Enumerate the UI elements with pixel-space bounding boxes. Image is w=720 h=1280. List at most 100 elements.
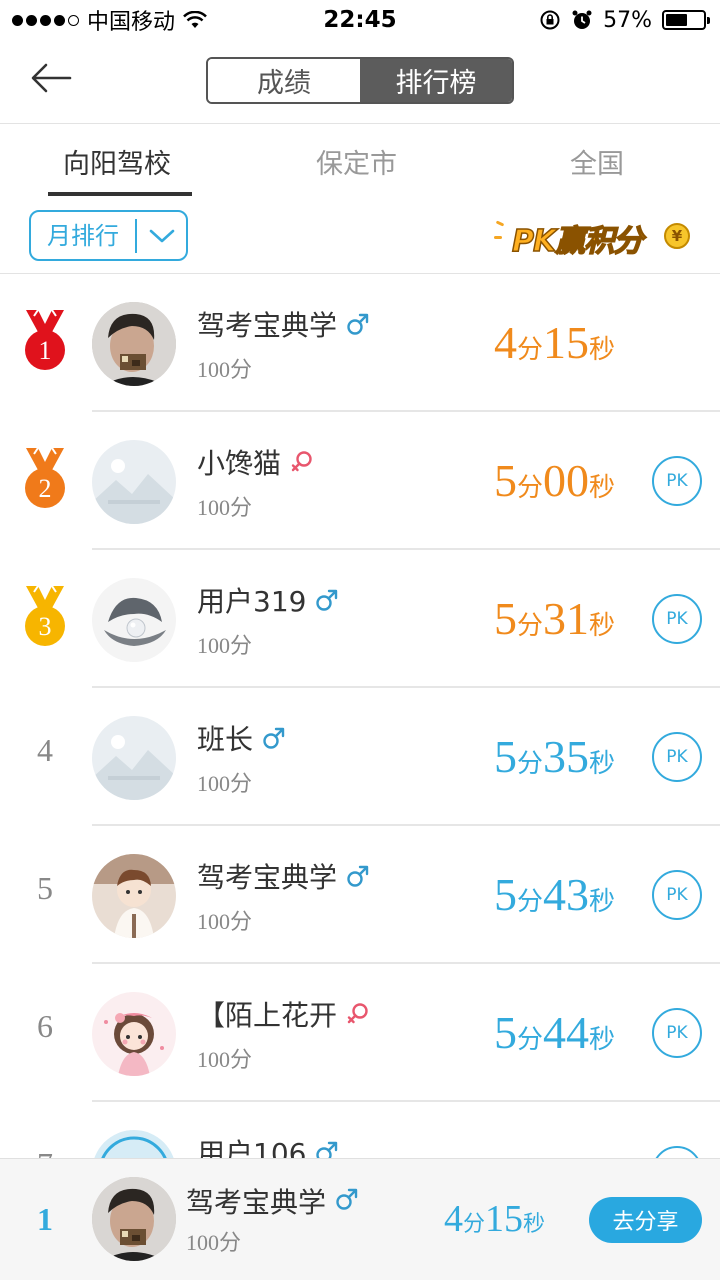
completion-time: 5分31秒 — [494, 592, 615, 645]
pk-button[interactable]: PK — [652, 870, 702, 920]
completion-time: 4分15秒 — [494, 316, 615, 369]
segmented-control: 成绩 排行榜 — [206, 57, 514, 104]
male-icon — [261, 725, 287, 751]
user-score: 100分 — [197, 357, 253, 382]
male-icon — [334, 1186, 360, 1216]
user-score: 100分 — [197, 633, 253, 658]
my-username: 驾考宝典学 — [186, 1186, 327, 1219]
username: 小馋猫 — [197, 447, 282, 480]
time-min-unit: 分 — [517, 473, 544, 503]
pk-button[interactable]: PK — [652, 456, 702, 506]
status-right: 57% — [539, 7, 710, 33]
pk-points-banner[interactable]: PK赢积分 ¥ — [494, 210, 700, 260]
segment-leaderboard[interactable]: 排行榜 — [360, 59, 512, 102]
completion-time: 5分00秒 — [494, 454, 615, 507]
carrier-label: 中国移动 — [87, 10, 176, 35]
pk-button[interactable]: PK — [652, 1008, 702, 1058]
ranking-row[interactable]: 6 【陌上花开 100分 5分44秒 PK — [0, 964, 720, 1102]
time-sec-unit: 秒 — [589, 335, 616, 365]
pk-button[interactable]: PK — [652, 594, 702, 644]
time-minutes: 5 — [494, 455, 517, 506]
tab-nationwide[interactable]: 全国 — [570, 142, 624, 181]
time-min-unit: 分 — [517, 335, 544, 365]
ranking-row[interactable]: 3 用户319 100分 5分31秒 PK — [0, 550, 720, 688]
my-time-sec: 15 — [485, 1198, 524, 1240]
completion-time: 5分35秒 — [494, 730, 615, 783]
user-avatar[interactable] — [92, 992, 176, 1076]
period-label: 月排行 — [31, 218, 137, 253]
wifi-icon — [183, 11, 207, 28]
user-score: 100分 — [197, 1047, 253, 1072]
battery-icon — [662, 10, 710, 30]
ranking-row[interactable]: 5 驾考宝典学 100分 5分43秒 PK — [0, 826, 720, 964]
my-time-min: 4 — [444, 1198, 463, 1240]
my-name-row: 驾考宝典学 — [186, 1181, 360, 1221]
user-name-row: 【陌上花开 — [197, 994, 371, 1034]
rank-medal-icon: 3 — [22, 585, 68, 650]
user-avatar[interactable] — [92, 302, 176, 386]
segment-scores[interactable]: 成绩 — [208, 59, 360, 102]
my-avatar[interactable] — [92, 1177, 176, 1261]
time-seconds: 15 — [543, 317, 590, 368]
rank-number: 6 — [37, 1008, 53, 1044]
time-minutes: 5 — [494, 593, 517, 644]
time-sec-unit: 秒 — [589, 1025, 616, 1055]
status-bar: 中国移动 22:45 57% — [0, 0, 720, 40]
time-min-unit: 分 — [517, 611, 544, 641]
ranking-row[interactable]: 7用户106100分PK — [0, 1102, 720, 1158]
coin-icon: ¥ — [664, 223, 690, 249]
male-icon — [314, 587, 340, 613]
period-dropdown[interactable]: 月排行 — [29, 210, 188, 261]
user-name-row: 小馋猫 — [197, 442, 315, 482]
time-min-unit: 分 — [517, 887, 544, 917]
ranking-row[interactable]: 2 小馋猫 100分 5分00秒 PK — [0, 412, 720, 550]
username: 驾考宝典学 — [197, 861, 338, 894]
back-button[interactable] — [26, 56, 76, 100]
username: 用户319 — [197, 585, 307, 618]
time-minutes: 5 — [494, 731, 517, 782]
battery-percent: 57% — [603, 7, 652, 33]
pk-button[interactable]: PK — [652, 732, 702, 782]
ranking-row[interactable]: 1 驾考宝典学 100分 4分15秒 — [0, 274, 720, 412]
alarm-icon — [572, 10, 592, 29]
time-min-unit: 分 — [517, 749, 544, 779]
time-seconds: 31 — [543, 593, 590, 644]
rotation-lock-icon — [540, 10, 560, 30]
svg-text:2: 2 — [39, 474, 52, 503]
time-sec-unit: 秒 — [589, 473, 616, 503]
my-rank-number: 1 — [37, 1201, 53, 1237]
user-avatar[interactable] — [92, 578, 176, 662]
female-icon — [345, 1001, 371, 1027]
my-time-sec-unit: 秒 — [523, 1212, 546, 1237]
tab-city[interactable]: 保定市 — [316, 142, 397, 181]
share-button[interactable]: 去分享 — [589, 1197, 702, 1243]
time-seconds: 44 — [543, 1007, 590, 1058]
male-icon — [345, 863, 371, 889]
time-minutes: 5 — [494, 1007, 517, 1058]
male-icon — [314, 1139, 340, 1158]
user-score: 100分 — [197, 495, 253, 520]
rank-number: 4 — [37, 732, 53, 768]
signal-icon — [12, 14, 79, 26]
user-name-row: 驾考宝典学 — [197, 856, 371, 896]
user-score: 100分 — [197, 771, 253, 796]
rank-number: 5 — [37, 870, 53, 906]
user-avatar[interactable] — [92, 1130, 176, 1158]
time-sec-unit: 秒 — [589, 749, 616, 779]
ranking-list[interactable]: 1 驾考宝典学 100分 4分15秒 2 小馋猫 100分 5分00秒 PK 3 用户319 100分… — [0, 274, 720, 1158]
user-avatar[interactable] — [92, 716, 176, 800]
user-name-row: 驾考宝典学 — [197, 304, 371, 344]
time-minutes: 5 — [494, 869, 517, 920]
svg-text:3: 3 — [39, 612, 52, 641]
ranking-row[interactable]: 4 班长 100分 5分35秒 PK — [0, 688, 720, 826]
status-left: 中国移动 — [12, 4, 207, 36]
tab-school[interactable]: 向阳驾校 — [63, 142, 171, 181]
username: 用户106 — [197, 1137, 307, 1158]
time-min-unit: 分 — [517, 1025, 544, 1055]
rank-medal-icon: 1 — [22, 309, 68, 374]
time-sec-unit: 秒 — [589, 611, 616, 641]
user-avatar[interactable] — [92, 440, 176, 524]
pk-button[interactable]: PK — [652, 1146, 702, 1158]
user-avatar[interactable] — [92, 854, 176, 938]
username: 【陌上花开 — [197, 999, 338, 1032]
